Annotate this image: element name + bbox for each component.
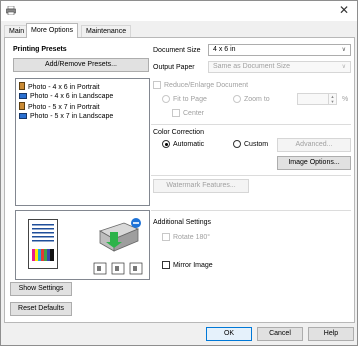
list-item[interactable]: Photo - 4 x 6 in Portrait (19, 82, 100, 92)
page-layout-preview-icon (28, 219, 58, 269)
printer-icon (6, 6, 16, 15)
print-order-icons (93, 262, 143, 275)
printing-presets-heading: Printing Presets (13, 46, 67, 53)
automatic-radio[interactable] (162, 140, 170, 148)
mirror-image-checkbox[interactable] (162, 261, 170, 269)
custom-label: Custom (244, 141, 269, 148)
automatic-label: Automatic (173, 141, 205, 148)
divider (151, 175, 351, 176)
portrait-photo-icon (19, 102, 25, 110)
fit-to-page-radio[interactable] (162, 95, 170, 103)
more-options-panel: Printing Presets Add/Remove Presets... P… (4, 37, 355, 323)
print-preview-area (15, 210, 150, 280)
close-icon[interactable]: ✕ (339, 3, 349, 17)
zoom-percent-stepper[interactable]: ▲ ▼ (297, 93, 337, 105)
chevron-down-icon: ∨ (341, 47, 346, 53)
show-settings-button[interactable]: Show Settings (10, 282, 72, 296)
output-paper-label: Output Paper (153, 64, 195, 71)
landscape-photo-icon (19, 113, 27, 119)
percent-label: % (342, 96, 349, 103)
printer-preview-icon (99, 218, 141, 252)
list-item[interactable]: Photo - 4 x 6 in Landscape (19, 92, 113, 102)
center-checkbox[interactable] (172, 109, 180, 117)
reduce-enlarge-checkbox[interactable] (153, 81, 161, 89)
fit-to-page-label: Fit to Page (173, 96, 207, 103)
presets-list: Photo - 4 x 6 in Portrait Photo - 4 x 6 … (15, 78, 150, 206)
help-button[interactable]: Help (308, 327, 354, 341)
printer-settings-window: ✕ Main More Options Maintenance Printing… (0, 0, 358, 346)
tab-more-options[interactable]: More Options (26, 23, 79, 38)
chevron-down-icon: ∨ (341, 64, 346, 70)
cancel-button[interactable]: Cancel (257, 327, 303, 341)
color-correction-label: Color Correction (153, 129, 204, 136)
landscape-photo-icon (19, 93, 27, 99)
watermark-features-button[interactable]: Watermark Features... (153, 179, 249, 193)
ok-button[interactable]: OK (206, 327, 252, 341)
list-item[interactable]: Photo - 5 x 7 in Landscape (19, 112, 113, 122)
advanced-button[interactable]: Advanced... (277, 138, 351, 152)
mirror-image-label: Mirror Image (173, 262, 213, 269)
output-paper-value: Same as Document Size (213, 63, 291, 70)
list-item[interactable]: Photo - 5 x 7 in Portrait (19, 102, 100, 112)
image-options-button[interactable]: Image Options... (277, 156, 351, 170)
divider (151, 210, 351, 211)
preset-label: Photo - 5 x 7 in Landscape (30, 113, 114, 120)
custom-radio[interactable] (233, 140, 241, 148)
zoom-to-radio[interactable] (233, 95, 241, 103)
add-remove-presets-button[interactable]: Add/Remove Presets... (13, 58, 149, 72)
document-size-select[interactable]: 4 x 6 in ∨ (208, 44, 351, 56)
additional-settings-label: Additional Settings (153, 219, 211, 226)
stepper-arrows-icon[interactable]: ▲ ▼ (328, 94, 336, 104)
document-size-value: 4 x 6 in (213, 46, 236, 53)
preset-label: Photo - 4 x 6 in Landscape (30, 93, 114, 100)
preset-label: Photo - 4 x 6 in Portrait (28, 84, 100, 91)
document-size-label: Document Size (153, 47, 201, 54)
rotate-180-checkbox[interactable] (162, 233, 170, 241)
reduce-enlarge-label: Reduce/Enlarge Document (164, 82, 249, 89)
output-paper-select[interactable]: Same as Document Size ∨ (208, 61, 351, 73)
portrait-photo-icon (19, 82, 25, 90)
rotate-180-label: Rotate 180° (173, 234, 211, 241)
center-label: Center (183, 110, 205, 117)
reset-defaults-button[interactable]: Reset Defaults (10, 302, 72, 316)
tab-maintenance[interactable]: Maintenance (81, 25, 132, 37)
title-bar: ✕ (1, 1, 357, 21)
preset-label: Photo - 5 x 7 in Portrait (28, 104, 100, 111)
divider (151, 124, 351, 125)
zoom-to-label: Zoom to (244, 96, 270, 103)
